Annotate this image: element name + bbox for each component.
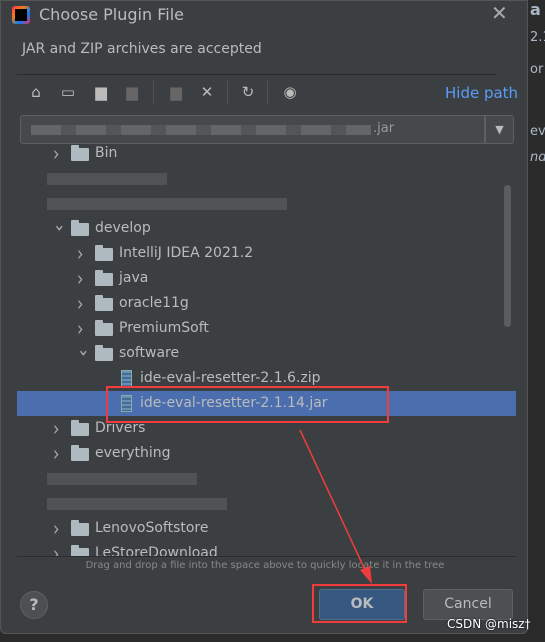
annotation-arrow xyxy=(299,429,372,584)
watermark: CSDN @misz† xyxy=(447,617,531,631)
